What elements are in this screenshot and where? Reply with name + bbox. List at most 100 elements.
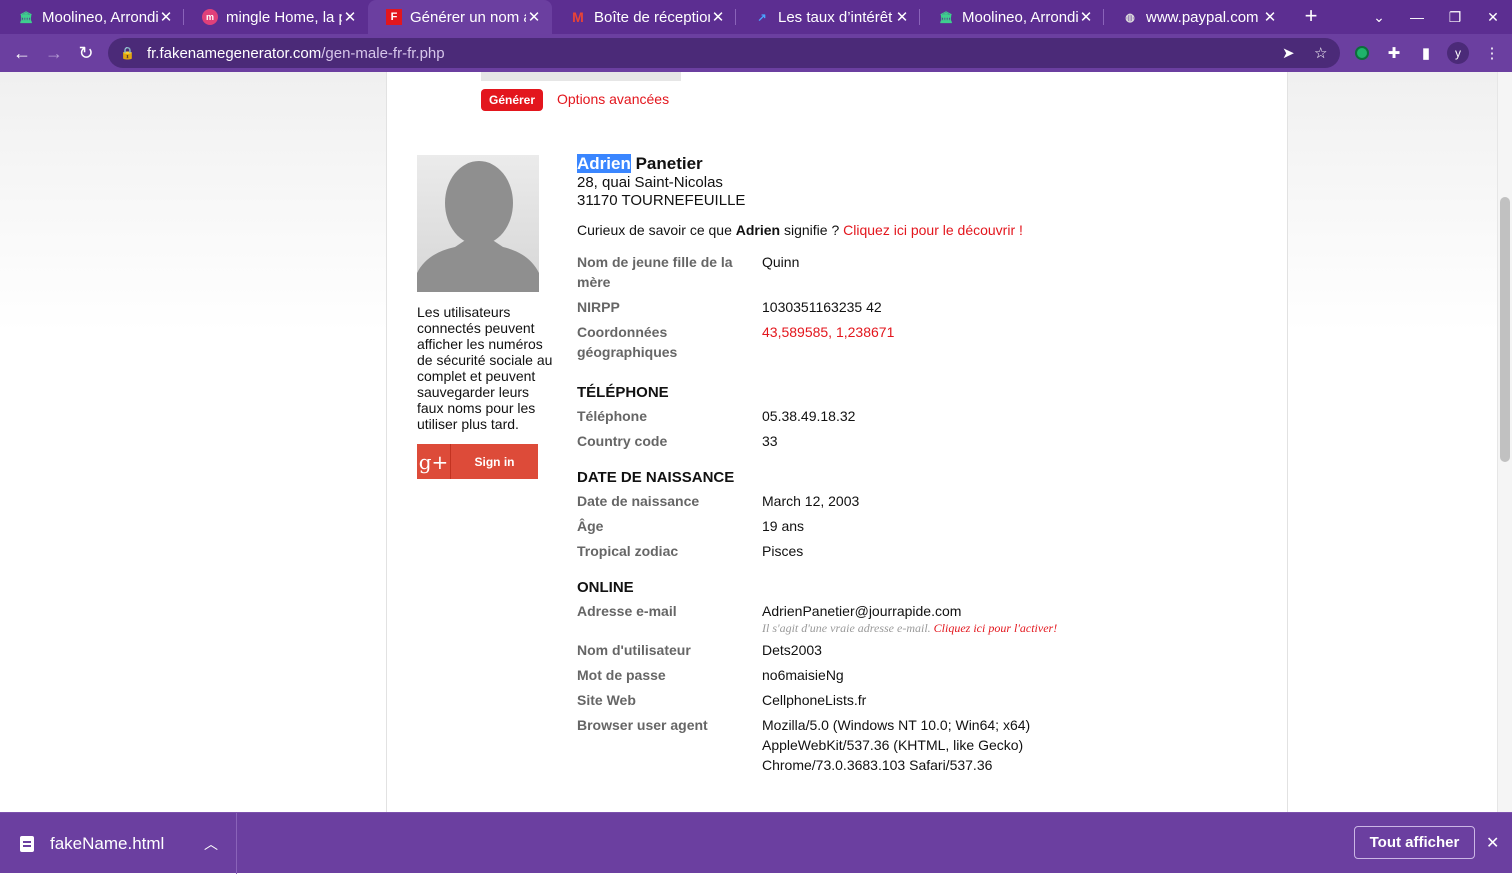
close-icon[interactable]: ✕ <box>158 8 174 26</box>
tab-gmail[interactable]: M Boîte de réception ✕ <box>552 0 736 34</box>
puzzle-icon[interactable]: ✚ <box>1380 34 1408 72</box>
field-label: Date de naissance <box>577 493 700 509</box>
minimize-icon[interactable]: — <box>1398 9 1436 25</box>
logged-in-note: Les utilisateurs connectés peuvent affic… <box>417 304 553 432</box>
tab-paypal[interactable]: ◍ www.paypal.com ✕ <box>1104 0 1288 34</box>
show-all-button[interactable]: Tout afficher <box>1354 826 1475 859</box>
field-value: no6maisieNg <box>762 667 844 683</box>
section-title: TÉLÉPHONE <box>577 384 669 401</box>
page-body: France Générer Options avancées Les util… <box>386 72 1288 812</box>
field-value: 1030351163235 42 <box>762 299 882 315</box>
field-label: Site Web <box>577 692 636 708</box>
activate-email-link[interactable]: Cliquez ici pour l'activer! <box>934 621 1058 635</box>
tab-title: www.paypal.com <box>1146 8 1259 26</box>
field-label: Country code <box>577 433 668 449</box>
info-row: Adresse e-mail AdrienPanetier@jourrapide… <box>577 601 1267 635</box>
google-signin-button[interactable]: g+ Sign in <box>417 444 538 479</box>
avatar-silhouette <box>417 155 539 292</box>
tab-fakename[interactable]: F Générer un nom aléatoire ✕ <box>368 0 552 34</box>
section-title: ONLINE <box>577 579 634 596</box>
field-label: Coordonnées géographiques <box>577 324 678 360</box>
tab-mingle[interactable]: m mingle Home, la plateforme ✕ <box>184 0 368 34</box>
curious-name: Adrien <box>735 222 781 238</box>
info-row: Browser user agent Mozilla/5.0 (Windows N… <box>577 715 1267 775</box>
field-label: Tropical zodiac <box>577 543 679 559</box>
street-address: 28, quai Saint-Nicolas <box>577 174 723 191</box>
advanced-options-link[interactable]: Options avancées <box>557 91 669 107</box>
email-note-text: Il s'agit d'une vraie adresse e-mail. <box>762 621 934 635</box>
field-label: Mot de passe <box>577 667 666 683</box>
email-cell: AdrienPanetier@jourrapide.com Il s'agit d… <box>762 601 1267 635</box>
scrollbar[interactable] <box>1497 72 1512 812</box>
field-label: Adresse e-mail <box>577 603 677 619</box>
close-icon[interactable]: ✕ <box>710 8 726 26</box>
window-close-icon[interactable]: ✕ <box>1474 9 1512 26</box>
download-filename: fakeName.html <box>50 833 165 853</box>
field-value: Quinn <box>762 254 800 270</box>
field-label: Browser user agent <box>577 717 708 733</box>
close-icon[interactable]: ✕ <box>894 8 910 26</box>
f-icon: F <box>386 9 402 25</box>
tab-taux[interactable]: ↗ Les taux d’intérêt ✕ <box>736 0 920 34</box>
name-meaning-link[interactable]: Cliquez ici pour le découvrir ! <box>843 222 1023 238</box>
send-icon[interactable]: ➤ <box>1282 44 1295 62</box>
field-value: 33 <box>762 433 778 449</box>
first-name[interactable]: Adrien <box>577 154 631 173</box>
city-address: 31170 TOURNEFEUILLE <box>577 192 746 209</box>
field-label: Âge <box>577 518 604 534</box>
window-controls: ⌄ — ❐ ✕ <box>1360 0 1512 34</box>
info-row: NIRPP 1030351163235 42 <box>577 297 1267 317</box>
coordinates-link[interactable]: 43,589585, 1,238671 <box>762 322 1267 362</box>
bank-icon: 🏛 <box>939 11 953 24</box>
close-icon[interactable]: ✕ <box>1262 8 1278 26</box>
avatar[interactable]: y <box>1444 34 1472 72</box>
field-value: Dets2003 <box>762 642 822 658</box>
restore-icon[interactable]: ❐ <box>1436 9 1474 26</box>
reload-icon[interactable]: ↻ <box>70 43 102 64</box>
browser-toolbar: ← → ↻ 🔒 fr.fakenamegenerator.com/gen-mal… <box>0 34 1512 72</box>
new-tab-button[interactable]: + <box>1288 0 1334 34</box>
tab-strip: 🏛 Moolineo, Arrondissement ✕ m mingle Ho… <box>0 0 1512 34</box>
menu-icon[interactable]: ⋮ <box>1478 34 1506 72</box>
address-bar[interactable]: 🔒 fr.fakenamegenerator.com/gen-male-fr-f… <box>108 38 1340 68</box>
info-row: Country code 33 <box>577 431 1267 451</box>
url-host: fr.fakenamegenerator.com <box>146 44 322 62</box>
tab-title: Moolineo, Arrondissement <box>962 8 1078 26</box>
signin-label: Sign in <box>474 454 515 469</box>
person-silhouette-icon <box>417 161 539 292</box>
country-select[interactable]: France <box>481 72 681 81</box>
curious-text-2: signifie ? <box>780 222 844 238</box>
avatar-letter: y <box>1447 42 1469 64</box>
info-row: Coordonnées géographiques 43,589585, 1,23… <box>577 322 1267 362</box>
lock-icon: 🔒 <box>120 46 135 60</box>
email-value: AdrienPanetier@jourrapide.com <box>762 603 962 619</box>
forward-icon[interactable]: → <box>38 43 70 64</box>
downloads-bar: fakeName.html ︿ Tout afficher ✕ <box>0 812 1512 874</box>
field-value: Pisces <box>762 543 804 559</box>
star-icon[interactable]: ☆ <box>1314 44 1327 62</box>
download-item[interactable]: fakeName.html ︿ <box>0 813 237 874</box>
last-name: Panetier <box>635 154 703 173</box>
tab-moolineo-2[interactable]: 🏛 Moolineo, Arrondissement ✕ <box>920 0 1104 34</box>
scrollbar-thumb[interactable] <box>1500 197 1510 462</box>
url-path: /gen-male-fr-fr.php <box>321 44 445 62</box>
basic-info: Nom de jeune fille de la mère Quinn NIRPP… <box>577 252 1267 362</box>
close-icon[interactable]: ✕ <box>342 8 358 26</box>
google-plus-icon: g+ <box>417 444 451 479</box>
close-icon[interactable]: ✕ <box>1486 833 1499 853</box>
globe-icon: ◍ <box>1125 11 1135 24</box>
info-row: Mot de passe no6maisieNg <box>577 665 1267 685</box>
tab-search-icon[interactable]: ⌄ <box>1360 9 1398 26</box>
tab-title: Moolineo, Arrondissement <box>42 8 158 26</box>
close-icon[interactable]: ✕ <box>526 8 542 26</box>
side-panel-icon[interactable]: ▮ <box>1412 34 1440 72</box>
chevron-up-icon[interactable]: ︿ <box>204 834 218 854</box>
extension-green-icon[interactable] <box>1348 34 1376 72</box>
tab-moolineo[interactable]: 🏛 Moolineo, Arrondissement ✕ <box>0 0 184 34</box>
full-name: Adrien Panetier <box>577 154 1267 174</box>
generate-button[interactable]: Générer <box>481 89 543 111</box>
close-icon[interactable]: ✕ <box>1078 8 1094 26</box>
info-row: Site Web CellphoneLists.fr <box>577 690 1267 710</box>
name-meaning-line: Curieux de savoir ce que Adrien signifie… <box>577 222 1267 238</box>
back-icon[interactable]: ← <box>6 43 38 64</box>
